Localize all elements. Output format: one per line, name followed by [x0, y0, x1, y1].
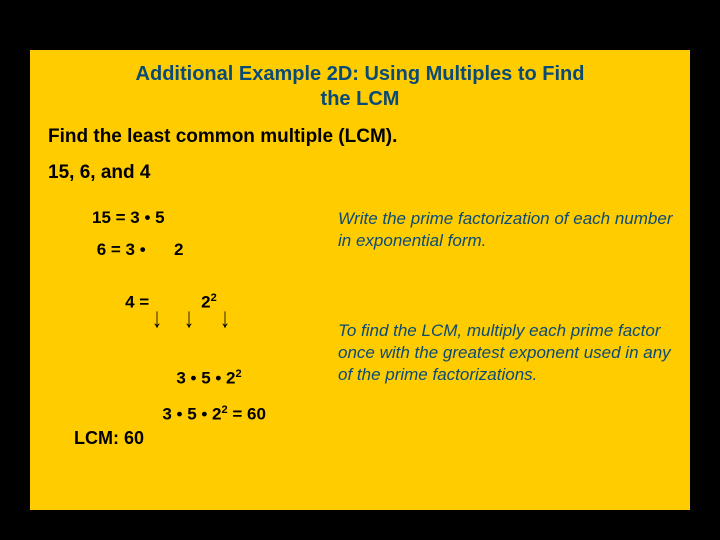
numbers-list: 15, 6, and 4: [48, 162, 672, 184]
lcm-comp-base: 3 • 5 • 2: [162, 405, 221, 424]
factorization-6: 6 = 3 • 2: [92, 240, 183, 260]
slide-title: Additional Example 2D: Using Multiples t…: [48, 62, 672, 112]
title-line-1: Additional Example 2D: Using Multiples t…: [136, 63, 585, 85]
subtitle: Find the least common multiple (LCM).: [48, 126, 672, 148]
lcm-computation: 3 • 5 • 22 = 60: [134, 384, 266, 445]
factorization-4-base: 4 = 2: [120, 293, 210, 312]
down-arrow-icon: ↓: [184, 303, 194, 335]
slide: Additional Example 2D: Using Multiples t…: [30, 50, 690, 510]
lcm-comp-result: = 60: [228, 405, 266, 424]
title-line-2: the LCM: [321, 88, 400, 110]
explanation-1: Write the prime factorization of each nu…: [338, 208, 678, 252]
work-area: 15 = 3 • 5 6 = 3 • 2 4 = 22 Write the pr…: [48, 208, 672, 508]
factorization-15: 15 = 3 • 5: [92, 208, 165, 228]
explanation-2: To find the LCM, multiply each prime fac…: [338, 320, 678, 386]
lcm-result: LCM: 60: [74, 428, 144, 449]
factorization-4-exp: 2: [211, 292, 217, 304]
down-arrow-icon: ↓: [220, 303, 230, 335]
down-arrow-icon: ↓: [152, 303, 162, 335]
lcm-expr-exp: 2: [236, 368, 242, 380]
